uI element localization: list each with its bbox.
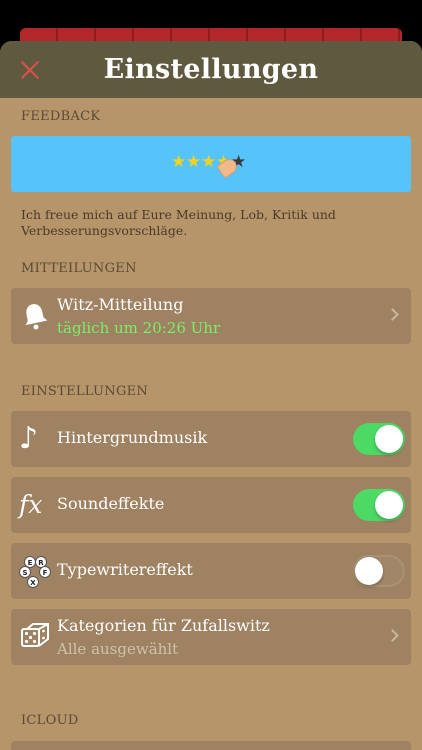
- keyboard-keys-icon: E R S F X: [19, 555, 51, 588]
- typewriter-effect-row: E R S F X Typewritereffekt: [11, 543, 411, 599]
- random-joke-categories-row[interactable]: Kategorien für Zufallswitz Alle ausgewäh…: [11, 609, 411, 665]
- typewriter-effect-toggle[interactable]: [353, 555, 405, 587]
- dice-icon: [19, 621, 51, 653]
- bell-icon: [19, 300, 51, 332]
- settings-sheet: Einstellungen FEEDBACK ★ ★ ★ ★ ★ Ich fre…: [0, 41, 422, 750]
- section-header-feedback: FEEDBACK: [21, 109, 101, 124]
- background-music-label: Hintergrundmusik: [57, 428, 208, 447]
- background-music-toggle[interactable]: [353, 423, 405, 455]
- close-button[interactable]: [16, 56, 44, 84]
- rating-stars-icon: ★ ★ ★ ★ ★: [171, 149, 251, 179]
- joke-notification-schedule: täglich um 20:26 Uhr: [57, 319, 221, 337]
- typewriter-effect-label: Typewritereffekt: [57, 560, 193, 579]
- section-header-icloud: ICLOUD: [21, 713, 79, 728]
- icloud-row[interactable]: [11, 741, 411, 750]
- section-header-notifications: MITTEILUNGEN: [21, 261, 137, 276]
- sound-effects-row: fx Soundeffekte: [11, 477, 411, 533]
- background-music-row: ♪ Hintergrundmusik: [11, 411, 411, 467]
- chevron-right-icon: [386, 308, 399, 321]
- page-title: Einstellungen: [103, 54, 319, 85]
- feedback-note: Ich freue mich auf Eure Meinung, Lob, Kr…: [21, 207, 336, 238]
- fx-icon: fx: [19, 490, 43, 519]
- rate-app-banner[interactable]: ★ ★ ★ ★ ★: [11, 136, 411, 192]
- joke-notification-row[interactable]: Witz-Mitteilung täglich um 20:26 Uhr: [11, 288, 411, 344]
- music-note-icon: ♪: [19, 421, 39, 456]
- navigation-bar: Einstellungen: [0, 41, 422, 98]
- joke-notification-label: Witz-Mitteilung: [57, 295, 184, 314]
- sound-effects-label: Soundeffekte: [57, 494, 165, 513]
- section-header-settings: EINSTELLUNGEN: [21, 384, 149, 399]
- random-joke-categories-label: Kategorien für Zufallswitz: [57, 616, 270, 635]
- sound-effects-toggle[interactable]: [353, 489, 405, 521]
- chevron-right-icon: [386, 629, 399, 642]
- random-joke-categories-value: Alle ausgewählt: [57, 640, 179, 658]
